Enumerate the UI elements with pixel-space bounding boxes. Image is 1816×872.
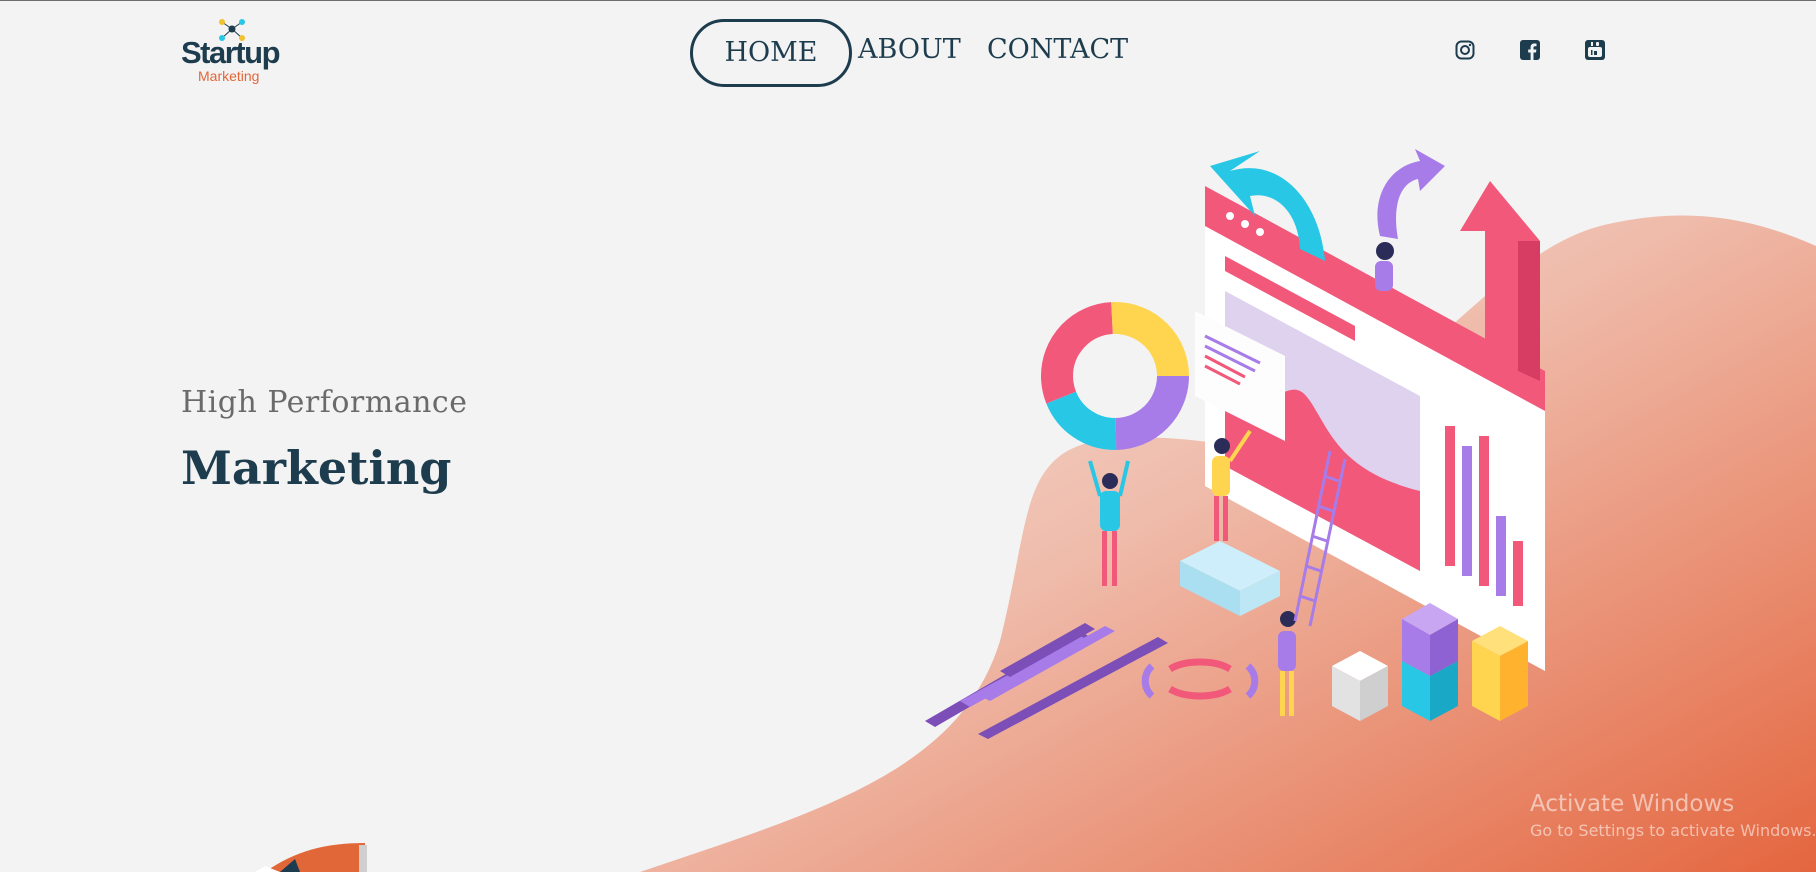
nav-contact[interactable]: CONTACT [987,19,1128,81]
nav-home[interactable]: HOME [690,19,852,87]
marketing-illustration [925,149,1545,739]
brand-logo[interactable]: Startup Marketing [181,17,291,87]
brand-name: Startup [181,35,281,70]
hero-subtitle: High Performance [181,385,468,420]
brand-tagline: Marketing [198,68,260,84]
watermark-subtitle: Go to Settings to activate Windows. [1530,821,1816,840]
watermark-title: Activate Windows [1530,791,1735,817]
facebook-icon[interactable] [1520,40,1540,60]
instagram-icon[interactable] [1455,40,1475,60]
youtube-icon[interactable] [1585,40,1605,60]
hero-title: Marketing [181,441,452,495]
partial-rocket-graphic [255,843,367,872]
activate-windows-watermark: Activate Windows Go to Settings to activ… [1530,791,1816,840]
nav-about[interactable]: ABOUT [858,19,961,81]
